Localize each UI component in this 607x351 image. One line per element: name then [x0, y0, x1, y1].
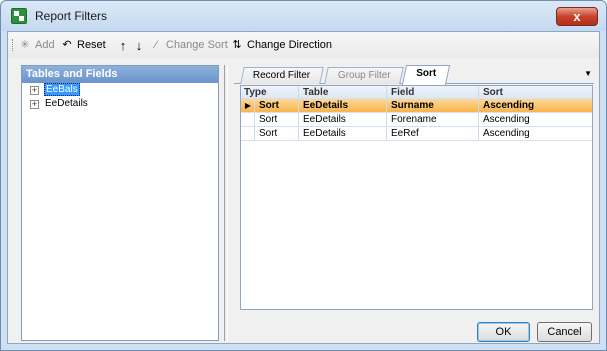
- column-header-field[interactable]: Field: [387, 86, 479, 98]
- arrow-down-icon: ↓: [135, 38, 143, 53]
- cell-type[interactable]: Sort: [255, 113, 299, 126]
- table-row[interactable]: Sort EeDetails EeRef Ascending: [241, 127, 592, 141]
- sort-grid: Type Table Field Sort ▶ Sort EeDetails S…: [241, 86, 592, 141]
- column-header-type[interactable]: Type: [241, 86, 299, 98]
- change-sort-icon: ⁄: [155, 39, 157, 51]
- expand-icon[interactable]: +: [30, 100, 39, 109]
- cell-type[interactable]: Sort: [255, 99, 299, 112]
- panel-header: Tables and Fields: [22, 66, 218, 83]
- row-indicator: ▶: [241, 99, 255, 112]
- tree-item-label[interactable]: EeBals: [44, 83, 80, 96]
- ok-button[interactable]: OK: [477, 322, 530, 342]
- sort-grid-container: Type Table Field Sort ▶ Sort EeDetails S…: [240, 85, 593, 310]
- cancel-button[interactable]: Cancel: [537, 322, 592, 342]
- cell-table[interactable]: EeDetails: [299, 113, 387, 126]
- report-filters-window: Report Filters x ✳ Add ↶ Reset ↑ ↓ ⁄ Change…: [0, 0, 607, 351]
- change-direction-icon: ⇅: [232, 39, 242, 51]
- tree-item-eebals[interactable]: + EeBals: [22, 83, 218, 97]
- column-header-sort[interactable]: Sort: [479, 86, 592, 98]
- table-row[interactable]: ▶ Sort EeDetails Surname Ascending: [241, 99, 592, 113]
- move-down-button[interactable]: ↓: [132, 38, 149, 53]
- grid-header-row: Type Table Field Sort: [241, 86, 592, 99]
- cell-sort[interactable]: Ascending: [479, 127, 592, 140]
- tree-item-label[interactable]: EeDetails: [44, 98, 89, 109]
- toolbar-grip[interactable]: [12, 39, 14, 51]
- cell-sort[interactable]: Ascending: [479, 113, 592, 126]
- add-button[interactable]: ✳ Add: [18, 38, 55, 53]
- tables-and-fields-panel: Tables and Fields + EeBals + EeDetails: [21, 65, 219, 341]
- tab-label: Record Filter: [253, 70, 311, 81]
- title-bar[interactable]: Report Filters x: [1, 1, 606, 31]
- add-icon: ✳: [20, 39, 30, 51]
- cell-field[interactable]: Surname: [387, 99, 479, 112]
- table-row[interactable]: Sort EeDetails Forename Ascending: [241, 113, 592, 127]
- tab-record-filter[interactable]: Record Filter: [240, 67, 324, 84]
- reset-icon: ↶: [62, 39, 72, 51]
- change-sort-button[interactable]: ⁄ Change Sort: [149, 38, 228, 53]
- panel-splitter[interactable]: [224, 65, 228, 341]
- row-indicator: [241, 127, 255, 140]
- cell-table[interactable]: EeDetails: [299, 127, 387, 140]
- app-icon: [11, 8, 27, 24]
- close-button[interactable]: x: [556, 7, 598, 26]
- tab-strip: Record Filter Group Filter Sort ▼: [234, 62, 594, 85]
- add-label: Add: [35, 39, 55, 51]
- arrow-up-icon: ↑: [119, 38, 127, 53]
- cell-table[interactable]: EeDetails: [299, 99, 387, 112]
- cell-type[interactable]: Sort: [255, 127, 299, 140]
- expand-icon[interactable]: +: [30, 86, 39, 95]
- filter-tabs-area: Record Filter Group Filter Sort ▼ Type T…: [234, 62, 594, 312]
- tab-label: Group Filter: [337, 70, 391, 81]
- change-sort-label: Change Sort: [166, 39, 228, 51]
- dialog-body: ✳ Add ↶ Reset ↑ ↓ ⁄ Change Sort ⇅ Change Dir…: [7, 31, 600, 344]
- reset-label: Reset: [77, 39, 106, 51]
- current-row-icon: ▶: [244, 101, 252, 110]
- tab-sort[interactable]: Sort: [401, 65, 451, 85]
- cell-sort[interactable]: Ascending: [479, 99, 592, 112]
- tree-item-eedetails[interactable]: + EeDetails: [22, 97, 218, 111]
- cell-field[interactable]: Forename: [387, 113, 479, 126]
- move-up-button[interactable]: ↑: [116, 38, 133, 53]
- tab-label: Sort: [416, 68, 437, 79]
- change-direction-label: Change Direction: [247, 39, 332, 51]
- cell-field[interactable]: EeRef: [387, 127, 479, 140]
- change-direction-button[interactable]: ⇅ Change Direction: [230, 38, 332, 53]
- toolbar: ✳ Add ↶ Reset ↑ ↓ ⁄ Change Sort ⇅ Change Dir…: [8, 32, 599, 58]
- window-title: Report Filters: [35, 9, 108, 23]
- reset-button[interactable]: ↶ Reset: [60, 38, 106, 53]
- column-header-table[interactable]: Table: [299, 86, 387, 98]
- chevron-down-icon[interactable]: ▼: [584, 69, 592, 78]
- tab-group-filter[interactable]: Group Filter: [324, 67, 404, 84]
- row-indicator: [241, 113, 255, 126]
